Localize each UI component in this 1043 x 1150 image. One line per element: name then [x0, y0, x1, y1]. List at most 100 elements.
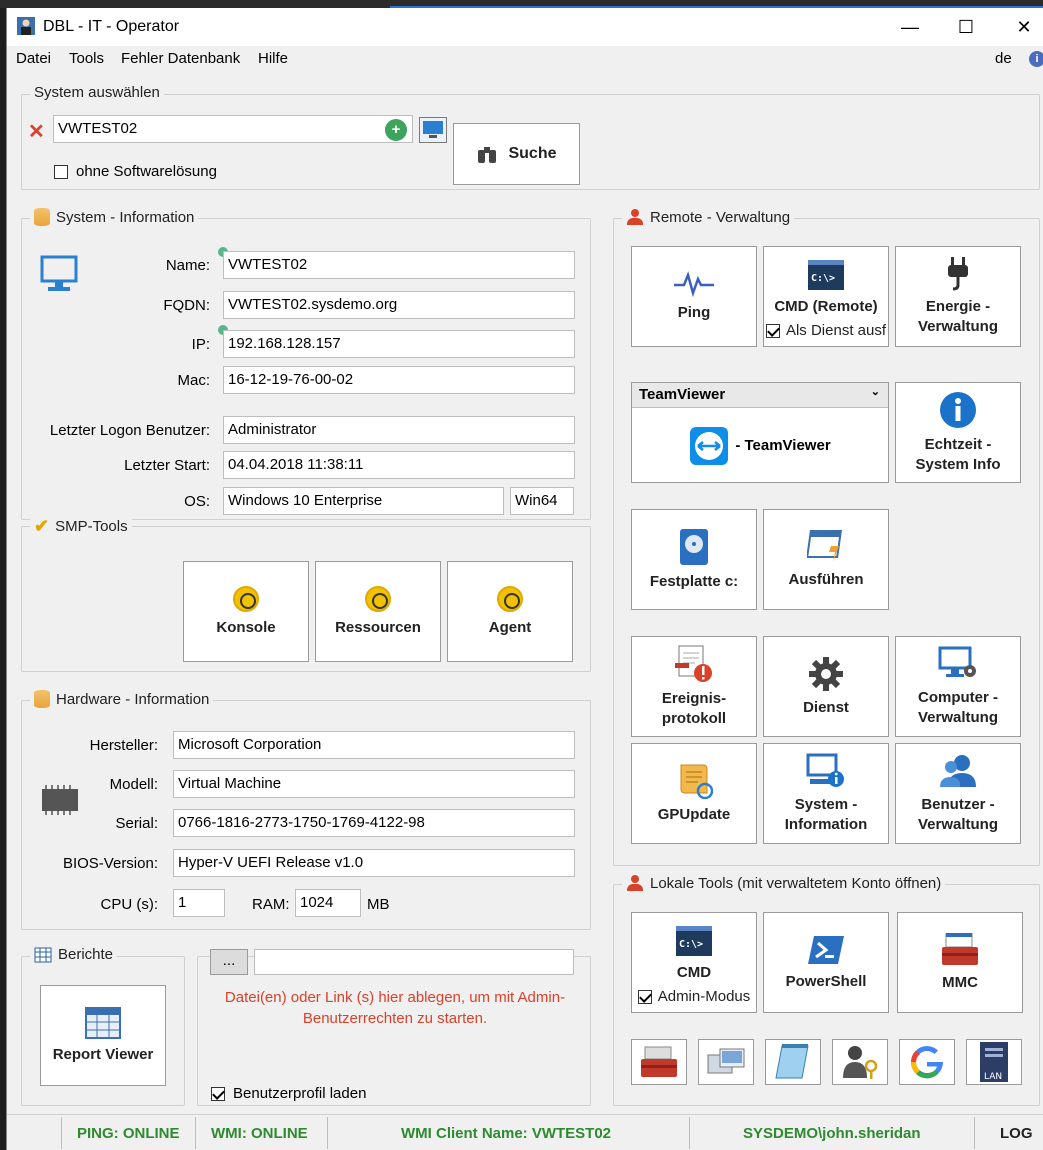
- admin-mode-label: Admin-Modus: [657, 988, 751, 1005]
- toolbox-shortcut-button[interactable]: [631, 1039, 687, 1085]
- gear-icon: [809, 656, 843, 691]
- profile-checkbox[interactable]: [211, 1086, 225, 1101]
- energy-label: Energie - Verwaltung: [917, 297, 999, 335]
- toolbox-icon: [942, 932, 978, 965]
- bios-label: BIOS-Version:: [62, 855, 158, 872]
- powershell-button[interactable]: PowerShell: [763, 912, 889, 1013]
- model-field[interactable]: Virtual Machine: [173, 770, 575, 798]
- run-button[interactable]: Ausführen: [763, 509, 889, 610]
- remote-desktop-shortcut-button[interactable]: [698, 1039, 754, 1085]
- menu-fehler-datenbank[interactable]: Fehler Datenbank: [121, 50, 240, 67]
- cpu-field[interactable]: 1: [173, 889, 225, 917]
- info-icon[interactable]: i: [1029, 51, 1043, 67]
- ram-field[interactable]: 1024: [295, 889, 361, 917]
- mac-field[interactable]: 16-12-19-76-00-02: [223, 366, 575, 394]
- run-window-icon: [807, 529, 842, 562]
- remote-desktop-icon: [707, 1048, 745, 1074]
- computer-pick-icon[interactable]: [419, 117, 447, 143]
- menu-hilfe[interactable]: Hilfe: [258, 50, 288, 67]
- computer-mgmt-button[interactable]: Computer - Verwaltung: [895, 636, 1021, 737]
- computer-gear-icon: [938, 646, 976, 677]
- user-key-icon: [843, 1046, 878, 1079]
- notepad-shortcut-button[interactable]: [765, 1039, 821, 1085]
- local-tools-group: Lokale Tools (mit verwaltetem Konto öffn…: [613, 874, 1040, 1106]
- clear-icon[interactable]: ✕: [28, 119, 45, 144]
- software-checkbox-row[interactable]: ohne Softwarelösung: [54, 163, 217, 180]
- search-button[interactable]: Suche: [453, 123, 580, 185]
- chip-icon: [42, 785, 78, 815]
- cmd-remote-button[interactable]: C:\> CMD (Remote) Als Dienst ausf: [763, 246, 889, 347]
- disk-button[interactable]: Festplatte c:: [631, 509, 757, 610]
- drop-message: Datei(en) oder Link (s) hier ablegen, um…: [224, 989, 566, 1027]
- agent-button[interactable]: Agent: [447, 561, 573, 662]
- events-label: Ereignis-protokoll: [661, 689, 727, 727]
- system-input[interactable]: VWTEST02: [53, 115, 413, 143]
- ram-unit: MB: [367, 896, 390, 913]
- bios-field[interactable]: Hyper-V UEFI Release v1.0: [173, 849, 575, 877]
- cmd-remote-label: CMD (Remote): [774, 298, 878, 315]
- vendor-label: Hersteller:: [89, 737, 158, 754]
- drop-path-field[interactable]: [254, 949, 574, 975]
- user-key-shortcut-button[interactable]: [832, 1039, 888, 1085]
- mmc-label: MMC: [942, 973, 978, 991]
- teamviewer-select[interactable]: TeamViewer ⌄: [632, 383, 888, 408]
- events-button[interactable]: Ereignis-protokoll: [631, 636, 757, 737]
- report-viewer-button[interactable]: Report Viewer: [40, 985, 166, 1086]
- lan-shortcut-button[interactable]: LAN: [966, 1039, 1022, 1085]
- service-button[interactable]: Dienst: [763, 636, 889, 737]
- realtime-button[interactable]: Echtzeit - System Info: [895, 382, 1021, 483]
- gpupdate-button[interactable]: GPUpdate: [631, 743, 757, 844]
- name-field[interactable]: VWTEST02: [223, 251, 575, 279]
- google-shortcut-button[interactable]: [899, 1039, 955, 1085]
- maximize-button[interactable]: ☐: [943, 12, 989, 42]
- lan-icon: LAN: [980, 1042, 1008, 1082]
- vendor-field[interactable]: Microsoft Corporation: [173, 731, 575, 759]
- logon-field[interactable]: Administrator: [223, 416, 575, 444]
- cmd-button[interactable]: C:\> CMD Admin-Modus: [631, 912, 757, 1013]
- ping-status: PING: ONLINE: [77, 1125, 180, 1142]
- model-label: Modell:: [109, 776, 158, 793]
- google-icon: [910, 1046, 944, 1079]
- sysinfo-button[interactable]: System - Information: [763, 743, 889, 844]
- users-button[interactable]: Benutzer - Verwaltung: [895, 743, 1021, 844]
- language-selector[interactable]: de: [995, 50, 1012, 67]
- ressourcen-button[interactable]: Ressourcen: [315, 561, 441, 662]
- log-button[interactable]: LOG: [1000, 1125, 1033, 1142]
- group-title: System - Information: [56, 208, 195, 226]
- ip-field[interactable]: 192.168.128.157: [223, 330, 575, 358]
- menu-datei[interactable]: Datei: [16, 50, 51, 67]
- energy-button[interactable]: Energie - Verwaltung: [895, 246, 1021, 347]
- policy-scroll-icon: [680, 764, 713, 799]
- start-field[interactable]: 04.04.2018 11:38:11: [223, 451, 575, 479]
- table-icon: [34, 947, 52, 962]
- mmc-button[interactable]: MMC: [897, 912, 1023, 1013]
- minimize-button[interactable]: —: [887, 12, 933, 42]
- serial-field[interactable]: 0766-1816-2773-1750-1769-4122-98: [173, 809, 575, 837]
- teamviewer-button[interactable]: - TeamViewer: [632, 409, 888, 482]
- admin-mode-checkbox[interactable]: [637, 990, 652, 1004]
- close-button[interactable]: ✕: [1001, 12, 1043, 42]
- konsole-button[interactable]: Konsole: [183, 561, 309, 662]
- service-checkbox-row[interactable]: Als Dienst ausf: [765, 321, 886, 341]
- toolbox-icon: [641, 1046, 677, 1077]
- system-select-group: System auswählen ✕ VWTEST02 + ohne Softw…: [21, 84, 1040, 190]
- title-bar: DBL - IT - Operator — ☐ ✕: [7, 8, 1043, 46]
- teamviewer-icon: [690, 426, 729, 465]
- profile-checkbox-row[interactable]: Benutzerprofil laden: [211, 1085, 366, 1102]
- software-checkbox[interactable]: [54, 164, 68, 179]
- add-icon[interactable]: +: [385, 119, 407, 141]
- service-checkbox[interactable]: [765, 324, 780, 338]
- ping-button[interactable]: Ping: [631, 246, 757, 347]
- binoculars-icon: [478, 147, 497, 163]
- terminal-icon: C:\>: [808, 260, 844, 290]
- admin-mode-checkbox-row[interactable]: Admin-Modus: [637, 987, 751, 1007]
- fqdn-field[interactable]: VWTEST02.sysdemo.org: [223, 291, 575, 319]
- browse-button[interactable]: ...: [210, 949, 248, 975]
- teamviewer-label: - TeamViewer: [735, 437, 831, 454]
- arch-field[interactable]: Win64: [510, 487, 574, 515]
- drop-zone[interactable]: ... Datei(en) oder Link (s) hier ablegen…: [197, 949, 591, 1106]
- computer-mgmt-label: Computer - Verwaltung: [917, 688, 999, 726]
- os-field[interactable]: Windows 10 Enterprise: [223, 487, 504, 515]
- person-icon: [626, 208, 644, 226]
- menu-tools[interactable]: Tools: [69, 50, 104, 67]
